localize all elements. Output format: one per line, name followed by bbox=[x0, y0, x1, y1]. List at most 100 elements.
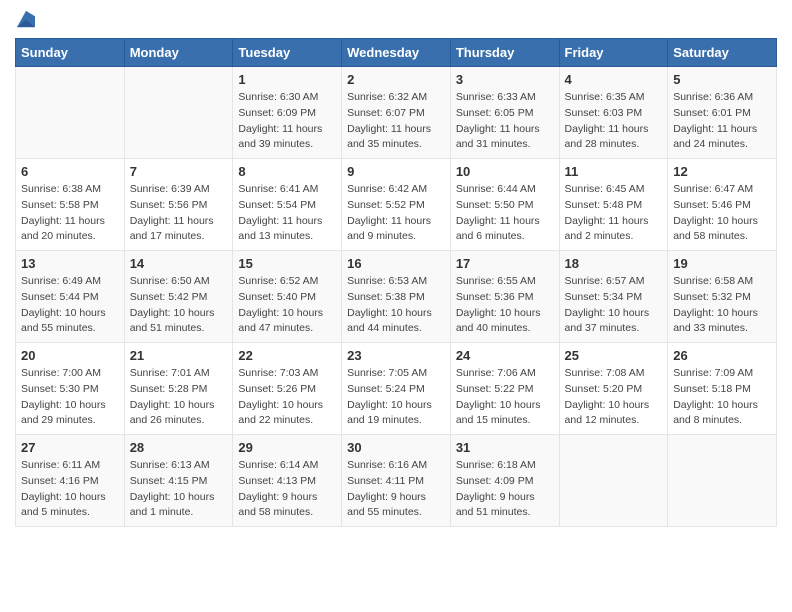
calendar-cell: 4Sunrise: 6:35 AM Sunset: 6:03 PM Daylig… bbox=[559, 67, 668, 159]
calendar-cell bbox=[124, 67, 233, 159]
day-number: 3 bbox=[456, 72, 554, 87]
day-number: 30 bbox=[347, 440, 445, 455]
day-info: Sunrise: 6:42 AM Sunset: 5:52 PM Dayligh… bbox=[347, 182, 445, 245]
day-info: Sunrise: 6:44 AM Sunset: 5:50 PM Dayligh… bbox=[456, 182, 554, 245]
calendar-cell: 25 Sunrise: 7:08 AM Sunset: 5:20 PM Dayli… bbox=[559, 343, 668, 435]
day-info: Sunrise: 6:50 AM Sunset: 5:42 PM Dayligh… bbox=[130, 274, 228, 337]
calendar-cell: 1Sunrise: 6:30 AM Sunset: 6:09 PM Daylig… bbox=[233, 67, 342, 159]
calendar-row-0: 1Sunrise: 6:30 AM Sunset: 6:09 PM Daylig… bbox=[16, 67, 777, 159]
day-info: Sunrise: 7:06 AM Sunset: 5:22 PM Dayligh… bbox=[456, 366, 554, 429]
calendar-cell: 23 Sunrise: 7:05 AM Sunset: 5:24 PM Dayli… bbox=[342, 343, 451, 435]
weekday-header-monday: Monday bbox=[124, 39, 233, 67]
calendar-cell: 22 Sunrise: 7:03 AM Sunset: 5:26 PM Dayli… bbox=[233, 343, 342, 435]
day-info: Sunrise: 6:57 AM Sunset: 5:34 PM Dayligh… bbox=[565, 274, 663, 337]
day-info: Sunrise: 6:55 AM Sunset: 5:36 PM Dayligh… bbox=[456, 274, 554, 337]
day-info: Sunrise: 7:03 AM Sunset: 5:26 PM Dayligh… bbox=[238, 366, 336, 429]
calendar-cell: 3 Sunrise: 6:33 AM Sunset: 6:05 PM Daylig… bbox=[450, 67, 559, 159]
calendar-cell: 15 Sunrise: 6:52 AM Sunset: 5:40 PM Dayli… bbox=[233, 251, 342, 343]
day-number: 11 bbox=[565, 164, 663, 179]
day-number: 26 bbox=[673, 348, 771, 363]
day-number: 27 bbox=[21, 440, 119, 455]
calendar-cell: 6 Sunrise: 6:38 AM Sunset: 5:58 PM Daylig… bbox=[16, 159, 125, 251]
day-number: 6 bbox=[21, 164, 119, 179]
weekday-header-friday: Friday bbox=[559, 39, 668, 67]
calendar-cell: 13Sunrise: 6:49 AM Sunset: 5:44 PM Dayli… bbox=[16, 251, 125, 343]
day-number: 8 bbox=[238, 164, 336, 179]
logo bbox=[15, 10, 35, 28]
day-info: Sunrise: 6:36 AM Sunset: 6:01 PM Dayligh… bbox=[673, 90, 771, 153]
day-number: 20 bbox=[21, 348, 119, 363]
day-number: 21 bbox=[130, 348, 228, 363]
calendar-cell: 16 Sunrise: 6:53 AM Sunset: 5:38 PM Dayli… bbox=[342, 251, 451, 343]
day-number: 25 bbox=[565, 348, 663, 363]
calendar-cell bbox=[559, 435, 668, 527]
weekday-header-wednesday: Wednesday bbox=[342, 39, 451, 67]
day-info: Sunrise: 6:33 AM Sunset: 6:05 PM Dayligh… bbox=[456, 90, 554, 153]
calendar-row-1: 6 Sunrise: 6:38 AM Sunset: 5:58 PM Daylig… bbox=[16, 159, 777, 251]
calendar-cell bbox=[16, 67, 125, 159]
day-info: Sunrise: 6:52 AM Sunset: 5:40 PM Dayligh… bbox=[238, 274, 336, 337]
day-number: 9 bbox=[347, 164, 445, 179]
calendar-row-4: 27Sunrise: 6:11 AM Sunset: 4:16 PM Dayli… bbox=[16, 435, 777, 527]
day-number: 12 bbox=[673, 164, 771, 179]
calendar-cell: 27Sunrise: 6:11 AM Sunset: 4:16 PM Dayli… bbox=[16, 435, 125, 527]
day-info: Sunrise: 6:58 AM Sunset: 5:32 PM Dayligh… bbox=[673, 274, 771, 337]
page-header bbox=[15, 10, 777, 28]
weekday-header-row: SundayMondayTuesdayWednesdayThursdayFrid… bbox=[16, 39, 777, 67]
day-info: Sunrise: 6:13 AM Sunset: 4:15 PM Dayligh… bbox=[130, 458, 228, 521]
day-number: 15 bbox=[238, 256, 336, 271]
calendar-cell: 11Sunrise: 6:45 AM Sunset: 5:48 PM Dayli… bbox=[559, 159, 668, 251]
day-info: Sunrise: 6:16 AM Sunset: 4:11 PM Dayligh… bbox=[347, 458, 445, 521]
calendar-cell: 28 Sunrise: 6:13 AM Sunset: 4:15 PM Dayli… bbox=[124, 435, 233, 527]
calendar-cell: 30 Sunrise: 6:16 AM Sunset: 4:11 PM Dayli… bbox=[342, 435, 451, 527]
calendar-cell: 7Sunrise: 6:39 AM Sunset: 5:56 PM Daylig… bbox=[124, 159, 233, 251]
calendar-cell: 20 Sunrise: 7:00 AM Sunset: 5:30 PM Dayli… bbox=[16, 343, 125, 435]
calendar-row-2: 13Sunrise: 6:49 AM Sunset: 5:44 PM Dayli… bbox=[16, 251, 777, 343]
day-info: Sunrise: 6:18 AM Sunset: 4:09 PM Dayligh… bbox=[456, 458, 554, 521]
logo-icon bbox=[17, 10, 35, 28]
day-info: Sunrise: 6:47 AM Sunset: 5:46 PM Dayligh… bbox=[673, 182, 771, 245]
day-number: 22 bbox=[238, 348, 336, 363]
weekday-header-sunday: Sunday bbox=[16, 39, 125, 67]
day-info: Sunrise: 6:38 AM Sunset: 5:58 PM Dayligh… bbox=[21, 182, 119, 245]
day-number: 16 bbox=[347, 256, 445, 271]
calendar-cell: 2Sunrise: 6:32 AM Sunset: 6:07 PM Daylig… bbox=[342, 67, 451, 159]
calendar-cell: 14 Sunrise: 6:50 AM Sunset: 5:42 PM Dayli… bbox=[124, 251, 233, 343]
weekday-header-saturday: Saturday bbox=[668, 39, 777, 67]
day-number: 5 bbox=[673, 72, 771, 87]
day-number: 28 bbox=[130, 440, 228, 455]
calendar-cell: 24 Sunrise: 7:06 AM Sunset: 5:22 PM Dayli… bbox=[450, 343, 559, 435]
calendar-cell: 31Sunrise: 6:18 AM Sunset: 4:09 PM Dayli… bbox=[450, 435, 559, 527]
day-info: Sunrise: 6:35 AM Sunset: 6:03 PM Dayligh… bbox=[565, 90, 663, 153]
weekday-header-thursday: Thursday bbox=[450, 39, 559, 67]
calendar-cell bbox=[668, 435, 777, 527]
day-info: Sunrise: 7:08 AM Sunset: 5:20 PM Dayligh… bbox=[565, 366, 663, 429]
day-number: 2 bbox=[347, 72, 445, 87]
day-info: Sunrise: 7:09 AM Sunset: 5:18 PM Dayligh… bbox=[673, 366, 771, 429]
day-info: Sunrise: 6:53 AM Sunset: 5:38 PM Dayligh… bbox=[347, 274, 445, 337]
day-number: 17 bbox=[456, 256, 554, 271]
day-info: Sunrise: 7:01 AM Sunset: 5:28 PM Dayligh… bbox=[130, 366, 228, 429]
calendar-cell: 18Sunrise: 6:57 AM Sunset: 5:34 PM Dayli… bbox=[559, 251, 668, 343]
day-number: 23 bbox=[347, 348, 445, 363]
calendar-row-3: 20 Sunrise: 7:00 AM Sunset: 5:30 PM Dayli… bbox=[16, 343, 777, 435]
calendar-cell: 19 Sunrise: 6:58 AM Sunset: 5:32 PM Dayli… bbox=[668, 251, 777, 343]
day-info: Sunrise: 6:49 AM Sunset: 5:44 PM Dayligh… bbox=[21, 274, 119, 337]
calendar-cell: 10 Sunrise: 6:44 AM Sunset: 5:50 PM Dayli… bbox=[450, 159, 559, 251]
day-number: 14 bbox=[130, 256, 228, 271]
calendar-cell: 17 Sunrise: 6:55 AM Sunset: 5:36 PM Dayli… bbox=[450, 251, 559, 343]
day-info: Sunrise: 7:00 AM Sunset: 5:30 PM Dayligh… bbox=[21, 366, 119, 429]
weekday-header-tuesday: Tuesday bbox=[233, 39, 342, 67]
day-info: Sunrise: 6:14 AM Sunset: 4:13 PM Dayligh… bbox=[238, 458, 336, 521]
day-number: 7 bbox=[130, 164, 228, 179]
day-number: 1 bbox=[238, 72, 336, 87]
day-number: 24 bbox=[456, 348, 554, 363]
day-info: Sunrise: 7:05 AM Sunset: 5:24 PM Dayligh… bbox=[347, 366, 445, 429]
day-number: 19 bbox=[673, 256, 771, 271]
calendar-cell: 21 Sunrise: 7:01 AM Sunset: 5:28 PM Dayli… bbox=[124, 343, 233, 435]
calendar-cell: 9 Sunrise: 6:42 AM Sunset: 5:52 PM Daylig… bbox=[342, 159, 451, 251]
day-info: Sunrise: 6:41 AM Sunset: 5:54 PM Dayligh… bbox=[238, 182, 336, 245]
calendar-cell: 26 Sunrise: 7:09 AM Sunset: 5:18 PM Dayli… bbox=[668, 343, 777, 435]
day-number: 10 bbox=[456, 164, 554, 179]
calendar-table: SundayMondayTuesdayWednesdayThursdayFrid… bbox=[15, 38, 777, 527]
